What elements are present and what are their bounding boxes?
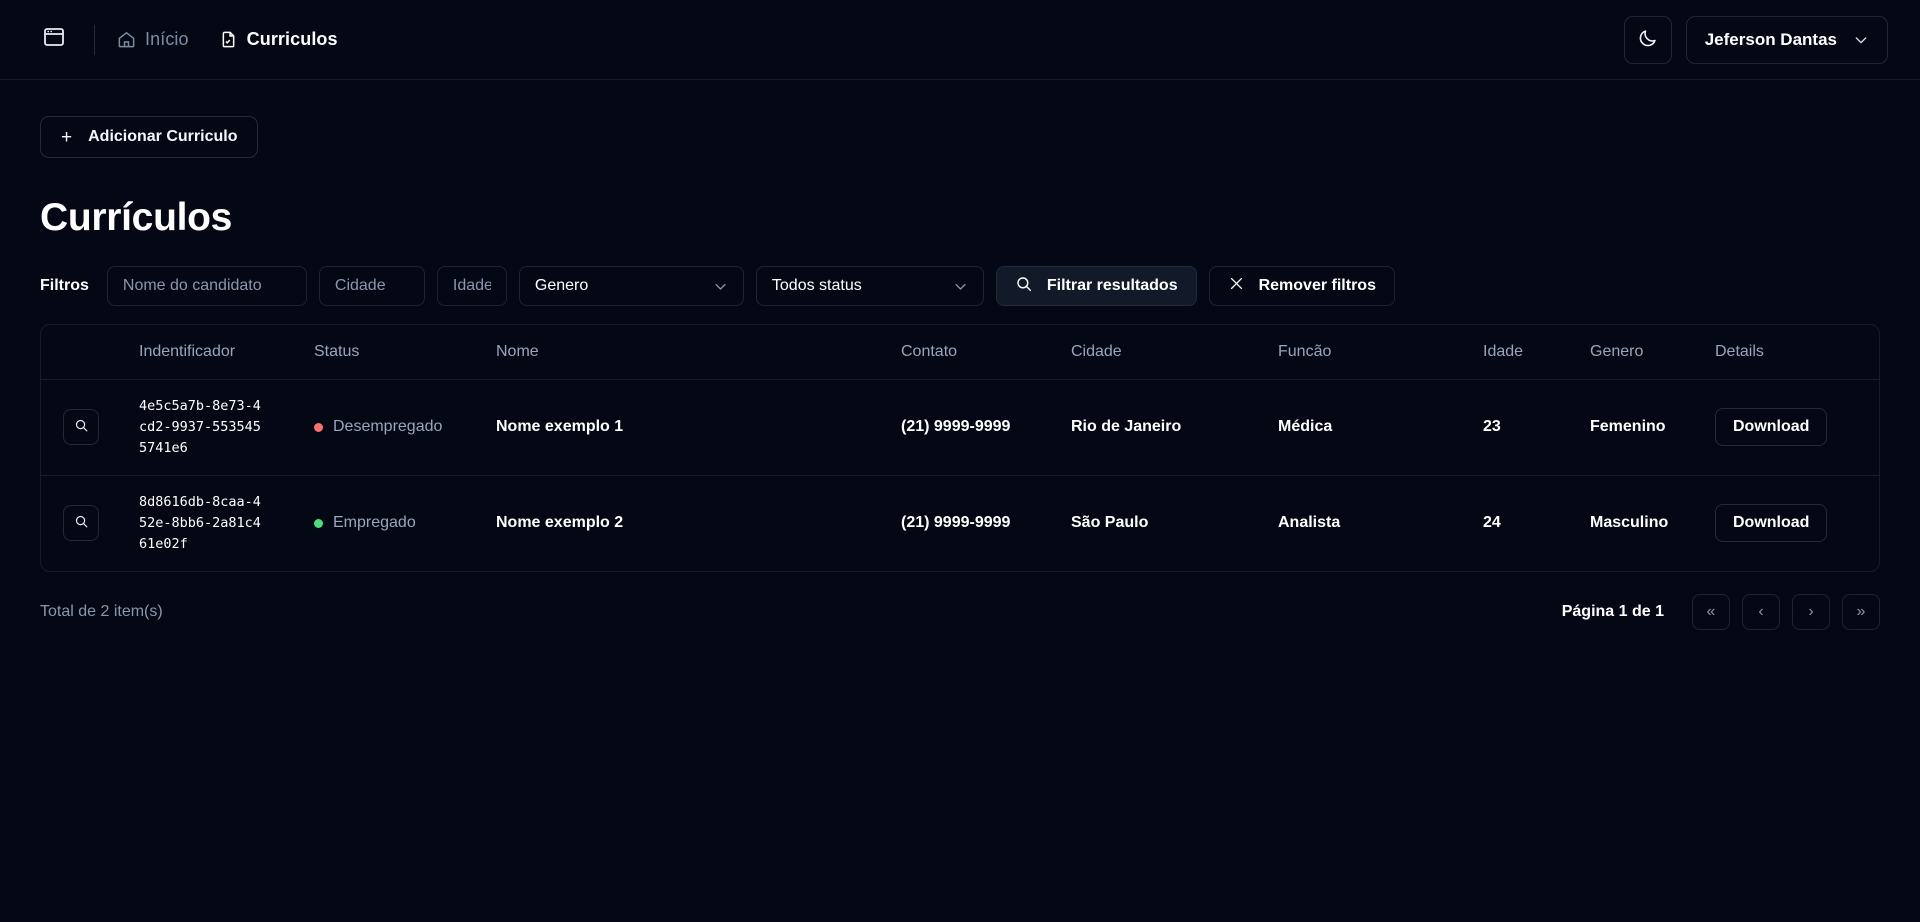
filter-gender-value: Genero xyxy=(535,277,588,295)
row-details-cell: Download xyxy=(1715,380,1879,476)
row-cidade-value: Rio de Janeiro xyxy=(1071,380,1278,476)
page-content: + Adicionar Curriculo Currículos Filtros… xyxy=(0,80,1920,630)
top-navigation-bar: Início Curriculos Jeferson Dantas xyxy=(0,0,1920,80)
chevron-down-icon xyxy=(953,279,968,294)
total-items-label: Total de 2 item(s) xyxy=(40,603,163,621)
clear-filters-label: Remover filtros xyxy=(1259,277,1376,295)
search-icon xyxy=(74,514,89,532)
table-row: 4e5c5a7b-8e73-4cd2-9937-5535455741e6 Des… xyxy=(41,380,1879,476)
page-indicator-label: Página 1 de 1 xyxy=(1562,603,1664,621)
pagination-next-button[interactable]: › xyxy=(1792,594,1830,630)
page-title: Currículos xyxy=(40,196,1880,240)
row-idade-value: 24 xyxy=(1483,475,1590,570)
topbar-right-group: Jeferson Dantas xyxy=(1624,16,1888,64)
browser-window-icon xyxy=(42,25,66,54)
filters-bar: Filtros Genero Todos status xyxy=(40,266,1880,306)
table-head: Indentificador Status Nome Contato Cidad… xyxy=(41,325,1879,380)
filter-status-select[interactable]: Todos status xyxy=(756,266,984,306)
nav-divider xyxy=(94,25,95,55)
table-header-details: Details xyxy=(1715,325,1879,380)
filter-status-value: Todos status xyxy=(772,277,862,295)
filter-gender-select[interactable]: Genero xyxy=(519,266,744,306)
search-icon xyxy=(74,418,89,436)
nav-item-inicio[interactable]: Início xyxy=(117,29,189,50)
table-header-cidade: Cidade xyxy=(1071,325,1278,380)
nav-item-inicio-label: Início xyxy=(145,29,189,50)
table-header-nome: Nome xyxy=(496,325,901,380)
table-header-funcao: Funcão xyxy=(1278,325,1483,380)
plus-icon: + xyxy=(61,128,72,147)
filter-name-input[interactable] xyxy=(107,266,307,306)
close-icon xyxy=(1228,275,1245,297)
curriculos-table: Indentificador Status Nome Contato Cidad… xyxy=(41,325,1879,571)
row-contato-value: (21) 9999-9999 xyxy=(901,475,1071,570)
chevron-down-icon xyxy=(713,279,728,294)
main-navigation: Início Curriculos xyxy=(117,29,338,50)
moon-icon xyxy=(1637,28,1658,52)
add-curriculo-button[interactable]: + Adicionar Curriculo xyxy=(40,116,258,158)
filters-label: Filtros xyxy=(40,277,89,295)
table-body: 4e5c5a7b-8e73-4cd2-9937-5535455741e6 Des… xyxy=(41,380,1879,571)
row-funcao-value: Analista xyxy=(1278,475,1483,570)
row-view-details-button[interactable] xyxy=(63,505,99,541)
table-row: 8d8616db-8caa-452e-8bb6-2a81c461e02f Emp… xyxy=(41,475,1879,570)
row-actions-cell xyxy=(41,380,139,476)
search-icon xyxy=(1015,275,1033,298)
row-actions-cell xyxy=(41,475,139,570)
app-logo-button[interactable] xyxy=(32,18,76,62)
pagination-prev-button[interactable]: ‹ xyxy=(1742,594,1780,630)
file-check-icon xyxy=(219,30,238,49)
row-status-value: Empregado xyxy=(333,514,416,532)
user-menu-button[interactable]: Jeferson Dantas xyxy=(1686,16,1888,64)
table-footer: Total de 2 item(s) Página 1 de 1 « ‹ › » xyxy=(40,594,1880,630)
home-icon xyxy=(117,30,136,49)
chevron-down-icon xyxy=(1853,32,1869,48)
theme-toggle-button[interactable] xyxy=(1624,16,1672,64)
table-header-contato: Contato xyxy=(901,325,1071,380)
clear-filters-button[interactable]: Remover filtros xyxy=(1209,266,1395,306)
status-dot-icon xyxy=(314,423,323,432)
row-identificador-value: 4e5c5a7b-8e73-4cd2-9937-5535455741e6 xyxy=(139,396,261,459)
table-header-genero: Genero xyxy=(1590,325,1715,380)
add-curriculo-label: Adicionar Curriculo xyxy=(88,128,237,146)
table-header-identificador: Indentificador xyxy=(139,325,314,380)
row-download-button[interactable]: Download xyxy=(1715,408,1827,446)
row-download-button[interactable]: Download xyxy=(1715,504,1827,542)
apply-filters-label: Filtrar resultados xyxy=(1047,277,1178,295)
filter-age-input[interactable] xyxy=(437,266,507,306)
pagination-controls: Página 1 de 1 « ‹ › » xyxy=(1562,594,1880,630)
row-identificador-cell: 8d8616db-8caa-452e-8bb6-2a81c461e02f xyxy=(139,475,314,570)
row-status-cell: Desempregado xyxy=(314,380,496,476)
table-header-actions xyxy=(41,325,139,380)
table-header-row: Indentificador Status Nome Contato Cidad… xyxy=(41,325,1879,380)
row-genero-value: Masculino xyxy=(1590,475,1715,570)
row-cidade-value: São Paulo xyxy=(1071,475,1278,570)
row-details-cell: Download xyxy=(1715,475,1879,570)
row-nome-value: Nome exemplo 1 xyxy=(496,380,901,476)
nav-item-curriculos[interactable]: Curriculos xyxy=(219,29,338,50)
row-identificador-cell: 4e5c5a7b-8e73-4cd2-9937-5535455741e6 xyxy=(139,380,314,476)
pagination-last-button[interactable]: » xyxy=(1842,594,1880,630)
row-status-cell: Empregado xyxy=(314,475,496,570)
filter-city-input[interactable] xyxy=(319,266,425,306)
status-dot-icon xyxy=(314,519,323,528)
table-header-idade: Idade xyxy=(1483,325,1590,380)
nav-item-curriculos-label: Curriculos xyxy=(247,29,338,50)
row-identificador-value: 8d8616db-8caa-452e-8bb6-2a81c461e02f xyxy=(139,492,261,555)
row-view-details-button[interactable] xyxy=(63,409,99,445)
pagination-first-button[interactable]: « xyxy=(1692,594,1730,630)
row-contato-value: (21) 9999-9999 xyxy=(901,380,1071,476)
row-nome-value: Nome exemplo 2 xyxy=(496,475,901,570)
row-idade-value: 23 xyxy=(1483,380,1590,476)
curriculos-table-container: Indentificador Status Nome Contato Cidad… xyxy=(40,324,1880,572)
user-name-label: Jeferson Dantas xyxy=(1705,30,1837,50)
table-header-status: Status xyxy=(314,325,496,380)
apply-filters-button[interactable]: Filtrar resultados xyxy=(996,266,1197,306)
row-funcao-value: Médica xyxy=(1278,380,1483,476)
row-genero-value: Femenino xyxy=(1590,380,1715,476)
row-status-value: Desempregado xyxy=(333,418,442,436)
